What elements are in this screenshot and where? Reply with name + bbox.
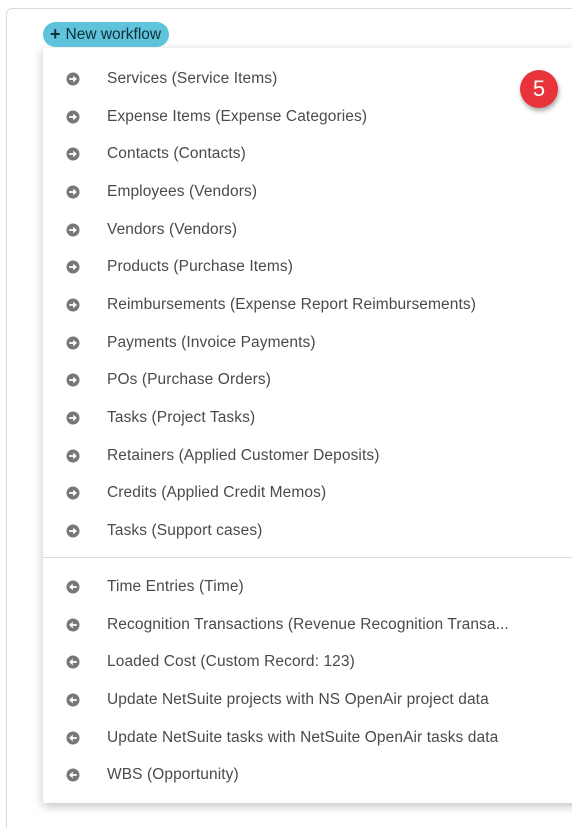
- menu-item[interactable]: Employees (Vendors): [43, 173, 572, 211]
- menu-item-label: Tasks (Project Tasks): [107, 409, 256, 427]
- arrow-right-circle-icon: [66, 411, 80, 425]
- arrow-right-circle-icon: [66, 260, 80, 274]
- menu-item-label: Credits (Applied Credit Memos): [107, 484, 327, 502]
- arrow-left-circle-icon: [66, 693, 80, 707]
- menu-item[interactable]: Update NetSuite projects with NS OpenAir…: [43, 681, 572, 719]
- menu-item[interactable]: Contacts (Contacts): [43, 135, 572, 173]
- menu-item-label: Contacts (Contacts): [107, 145, 246, 163]
- menu-item-label: Loaded Cost (Custom Record: 123): [107, 653, 355, 671]
- plus-icon: +: [50, 24, 61, 44]
- menu-item[interactable]: Tasks (Project Tasks): [43, 399, 572, 437]
- arrow-left-circle-icon: [66, 768, 80, 782]
- arrow-right-circle-icon: [66, 298, 80, 312]
- arrow-right-circle-icon: [66, 110, 80, 124]
- menu-divider: [43, 557, 572, 558]
- arrow-left-circle-icon: [66, 580, 80, 594]
- menu-item-label: Reimbursements (Expense Report Reimburse…: [107, 295, 476, 313]
- arrow-right-circle-icon: [66, 223, 80, 237]
- menu-item-label: Recognition Transactions (Revenue Recogn…: [107, 615, 509, 633]
- menu-item[interactable]: Retainers (Applied Customer Deposits): [43, 437, 572, 475]
- arrow-left-circle-icon: [66, 655, 80, 669]
- workflow-type-dropdown: Services (Service Items) Expense Items (E…: [43, 48, 572, 803]
- menu-item[interactable]: Products (Purchase Items): [43, 248, 572, 286]
- arrow-right-circle-icon: [66, 185, 80, 199]
- menu-item-label: Retainers (Applied Customer Deposits): [107, 446, 380, 464]
- menu-item[interactable]: Loaded Cost (Custom Record: 123): [43, 643, 572, 681]
- menu-item-label: Expense Items (Expense Categories): [107, 107, 368, 125]
- arrow-left-circle-icon: [66, 731, 80, 745]
- menu-item-label: WBS (Opportunity): [107, 766, 239, 784]
- menu-item[interactable]: Time Entries (Time): [43, 568, 572, 606]
- arrow-right-circle-icon: [66, 147, 80, 161]
- menu-item-label: Vendors (Vendors): [107, 220, 238, 238]
- menu-item[interactable]: Update NetSuite tasks with NetSuite Open…: [43, 719, 572, 757]
- menu-item[interactable]: Vendors (Vendors): [43, 211, 572, 249]
- menu-item[interactable]: Expense Items (Expense Categories): [43, 98, 572, 136]
- arrow-right-circle-icon: [66, 486, 80, 500]
- menu-item-label: Payments (Invoice Payments): [107, 333, 316, 351]
- new-workflow-button[interactable]: + New workflow: [43, 22, 170, 47]
- menu-item-label: Update NetSuite projects with NS OpenAir…: [107, 690, 489, 708]
- menu-item[interactable]: Recognition Transactions (Revenue Recogn…: [43, 606, 572, 644]
- menu-item-label: Time Entries (Time): [107, 577, 244, 595]
- menu-item[interactable]: Tasks (Support cases): [43, 512, 572, 550]
- arrow-right-circle-icon: [66, 72, 80, 86]
- arrow-right-circle-icon: [66, 524, 80, 538]
- menu-item[interactable]: Credits (Applied Credit Memos): [43, 475, 572, 513]
- menu-item[interactable]: POs (Purchase Orders): [43, 362, 572, 400]
- menu-item-label: POs (Purchase Orders): [107, 371, 272, 389]
- arrow-right-circle-icon: [66, 336, 80, 350]
- page: + New workflow 5 Services (Service Items…: [0, 0, 572, 828]
- outbound-workflow-list: Services (Service Items) Expense Items (E…: [43, 60, 572, 550]
- arrow-left-circle-icon: [66, 618, 80, 632]
- step-number-badge: 5: [520, 70, 558, 108]
- menu-item[interactable]: WBS (Opportunity): [43, 756, 572, 794]
- arrow-right-circle-icon: [66, 373, 80, 387]
- menu-item-label: Tasks (Support cases): [107, 522, 263, 540]
- menu-item[interactable]: Payments (Invoice Payments): [43, 324, 572, 362]
- new-workflow-label: New workflow: [65, 26, 162, 43]
- menu-item-label: Products (Purchase Items): [107, 258, 293, 276]
- menu-item-label: Services (Service Items): [107, 69, 278, 87]
- menu-item[interactable]: Services (Service Items): [43, 60, 572, 98]
- menu-item-label: Employees (Vendors): [107, 182, 258, 200]
- menu-item[interactable]: Reimbursements (Expense Report Reimburse…: [43, 286, 572, 324]
- menu-item-label: Update NetSuite tasks with NetSuite Open…: [107, 728, 499, 746]
- arrow-right-circle-icon: [66, 449, 80, 463]
- inbound-workflow-list: Time Entries (Time) Recognition Transacti…: [43, 568, 572, 794]
